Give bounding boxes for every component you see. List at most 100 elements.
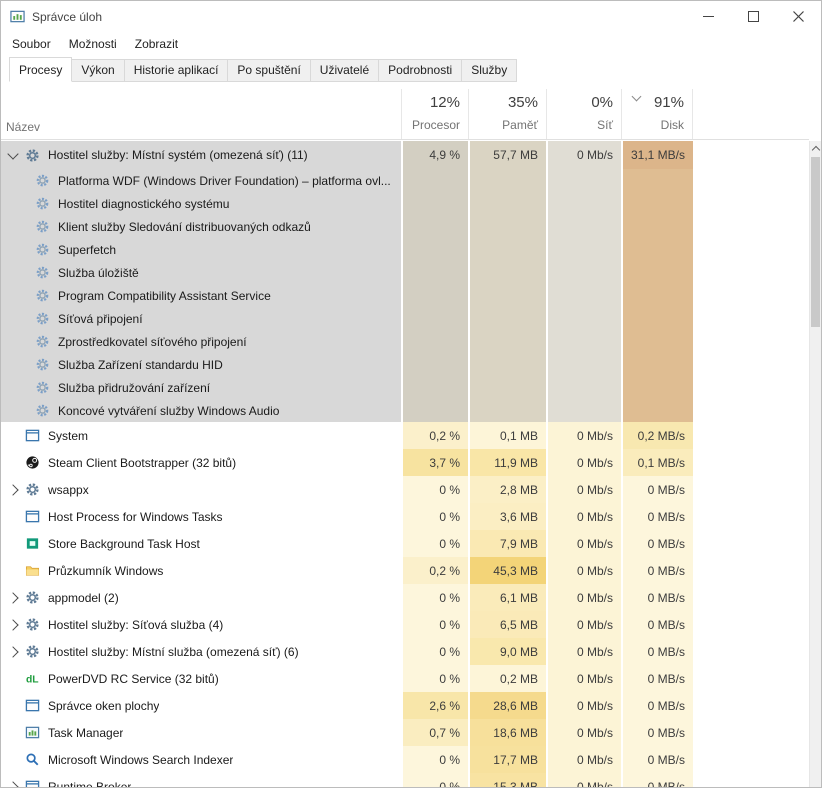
process-name: Task Manager xyxy=(48,726,123,740)
process-row-microsoft-windows-search-indexer[interactable]: Microsoft Windows Search Indexer 0 %17,7 … xyxy=(1,746,809,773)
minimize-button[interactable] xyxy=(686,1,731,32)
process-row-superfetch[interactable]: Superfetch xyxy=(1,238,809,261)
process-name: Správce oken plochy xyxy=(48,699,159,713)
menu-item-moznosti[interactable]: Možnosti xyxy=(60,33,126,55)
process-row-sluzba-pridruzovani-zarizeni[interactable]: Služba přidružování zařízení xyxy=(1,376,809,399)
process-row-store-background-task-host[interactable]: Store Background Task Host0 %7,9 MB0 Mb/… xyxy=(1,530,809,557)
process-name-cell: Platforma WDF (Windows Driver Foundation… xyxy=(1,169,401,192)
column-header-procesor[interactable]: 12%Procesor xyxy=(401,89,468,139)
tab-uzivatele[interactable]: Uživatelé xyxy=(310,59,379,82)
column-header-name[interactable]: Název xyxy=(6,120,40,134)
network-cell xyxy=(546,215,621,238)
column-header-disk[interactable]: 91%Disk xyxy=(621,89,693,139)
service-gear-icon xyxy=(35,380,50,395)
maximize-button[interactable] xyxy=(731,1,776,32)
network-cell xyxy=(546,330,621,353)
chevron-down-icon[interactable] xyxy=(1,153,25,158)
network-cell xyxy=(546,284,621,307)
process-row-host-process-for-windows-tasks[interactable]: Host Process for Windows Tasks0 %3,6 MB0… xyxy=(1,503,809,530)
process-row-appmodel-2[interactable]: appmodel (2)0 %6,1 MB0 Mb/s0 MB/s xyxy=(1,584,809,611)
process-name-cell: Task Manager xyxy=(1,719,401,746)
menu-bar: SouborMožnostiZobrazit xyxy=(1,32,821,56)
search-icon xyxy=(25,752,40,767)
memory-cell: 0,2 MB xyxy=(468,665,546,692)
process-row-hostitel-sluzby-sitova-sluzba-4[interactable]: Hostitel služby: Síťová služba (4)0 %6,5… xyxy=(1,611,809,638)
process-row-steam-client-bootstrapper-32-bitu[interactable]: Steam Client Bootstrapper (32 bitů)3,7 %… xyxy=(1,449,809,476)
tab-historie-aplikaci[interactable]: Historie aplikací xyxy=(124,59,229,82)
service-gear-icon xyxy=(35,242,50,257)
process-row-runtime-broker[interactable]: Runtime Broker0 %15,3 MB0 Mb/s0 MB/s xyxy=(1,773,809,787)
column-header-pamet[interactable]: 35%Paměť xyxy=(468,89,546,139)
chevron-right-icon[interactable] xyxy=(1,648,25,656)
process-name-cell: Služba přidružování zařízení xyxy=(1,376,401,399)
process-name-cell: Host Process for Windows Tasks xyxy=(1,503,401,530)
process-row-hostitel-sluzby-mistni-system-omezena-sit-11[interactable]: Hostitel služby: Místní systém (omezená … xyxy=(1,141,809,169)
memory-cell: 17,7 MB xyxy=(468,746,546,773)
cpu-cell xyxy=(401,399,468,422)
process-row-hostitel-sluzby-mistni-sluzba-omezena-sit-6[interactable]: Hostitel služby: Místní služba (omezená … xyxy=(1,638,809,665)
title-bar: Správce úloh xyxy=(1,1,821,32)
process-row-sitova-pripojeni[interactable]: Síťová připojení xyxy=(1,307,809,330)
memory-cell xyxy=(468,307,546,330)
disk-cell xyxy=(621,330,693,353)
process-row-wsappx[interactable]: wsappx0 %2,8 MB0 Mb/s0 MB/s xyxy=(1,476,809,503)
memory-cell: 45,3 MB xyxy=(468,557,546,584)
chevron-right-icon[interactable] xyxy=(1,594,25,602)
process-row-klient-sluzby-sledovani-distribuovanych-odkazu[interactable]: Klient služby Sledování distribuovaných … xyxy=(1,215,809,238)
memory-cell xyxy=(468,261,546,284)
list-header: Název 12%Procesor35%Paměť0%Síť91%Disk xyxy=(1,89,809,140)
menu-item-soubor[interactable]: Soubor xyxy=(3,33,60,55)
cpu-cell xyxy=(401,238,468,261)
process-row-pruzkumnik-windows[interactable]: Průzkumník Windows0,2 %45,3 MB0 Mb/s0 MB… xyxy=(1,557,809,584)
process-row-system[interactable]: System0,2 %0,1 MB0 Mb/s0,2 MB/s xyxy=(1,422,809,449)
scrollbar-up-arrow-icon[interactable] xyxy=(810,141,821,155)
process-row-program-compatibility-assistant-service[interactable]: Program Compatibility Assistant Service xyxy=(1,284,809,307)
tab-sluzby[interactable]: Služby xyxy=(461,59,517,82)
process-row-zprostredkovatel-sitoveho-pripojeni[interactable]: Zprostředkovatel síťového připojení xyxy=(1,330,809,353)
process-row-powerdvd-rc-service-32-bitu[interactable]: dLPowerDVD RC Service (32 bitů)0 %0,2 MB… xyxy=(1,665,809,692)
process-name: Superfetch xyxy=(58,243,116,257)
process-name: Host Process for Windows Tasks xyxy=(48,510,223,524)
tab-po-spusteni[interactable]: Po spuštění xyxy=(227,59,310,82)
vertical-scrollbar[interactable] xyxy=(809,141,821,787)
process-row-task-manager[interactable]: Task Manager0,7 %18,6 MB0 Mb/s0 MB/s xyxy=(1,719,809,746)
process-name-cell: appmodel (2) xyxy=(1,584,401,611)
process-row-hostitel-diagnostickeho-systemu[interactable]: Hostitel diagnostického systému xyxy=(1,192,809,215)
column-header-sit[interactable]: 0%Síť xyxy=(546,89,621,139)
process-row-spravce-oken-plochy[interactable]: Správce oken plochy2,6 %28,6 MB0 Mb/s0 M… xyxy=(1,692,809,719)
close-icon xyxy=(793,11,804,22)
cpu-cell: 0 % xyxy=(401,746,468,773)
process-row-sluzba-uloziste[interactable]: Služba úložiště xyxy=(1,261,809,284)
tab-procesy[interactable]: Procesy xyxy=(9,57,72,82)
network-cell: 0 Mb/s xyxy=(546,719,621,746)
tab-strip: ProcesyVýkonHistorie aplikacíPo spuštění… xyxy=(1,56,821,82)
disk-cell: 0 MB/s xyxy=(621,476,693,503)
cpu-cell: 0,2 % xyxy=(401,557,468,584)
scrollbar-thumb[interactable] xyxy=(811,157,820,327)
service-gear-icon xyxy=(35,357,50,372)
powerdvd-icon: dL xyxy=(25,671,40,686)
network-cell: 0 Mb/s xyxy=(546,422,621,449)
process-row-sluzba-zarizeni-standardu-hid[interactable]: Služba Zařízení standardu HID xyxy=(1,353,809,376)
network-cell: 0 Mb/s xyxy=(546,449,621,476)
cpu-cell xyxy=(401,192,468,215)
tab-vykon[interactable]: Výkon xyxy=(71,59,124,82)
chevron-right-icon[interactable] xyxy=(1,486,25,494)
menu-item-zobrazit[interactable]: Zobrazit xyxy=(126,33,187,55)
column-usage-percent: 12% xyxy=(402,94,460,111)
network-cell: 0 Mb/s xyxy=(546,557,621,584)
process-row-platforma-wdf-windows-driver-foundation-platform[interactable]: Platforma WDF (Windows Driver Foundation… xyxy=(1,169,809,192)
close-button[interactable] xyxy=(776,1,821,32)
chevron-right-icon[interactable] xyxy=(1,783,25,788)
tab-podrobnosti[interactable]: Podrobnosti xyxy=(378,59,462,82)
memory-cell xyxy=(468,169,546,192)
column-label: Síť xyxy=(547,118,613,132)
cpu-cell xyxy=(401,284,468,307)
network-cell: 0 Mb/s xyxy=(546,476,621,503)
chevron-right-icon[interactable] xyxy=(1,621,25,629)
disk-cell: 0 MB/s xyxy=(621,665,693,692)
process-name-cell: Steam Client Bootstrapper (32 bitů) xyxy=(1,449,401,476)
process-name-cell: Hostitel služby: Síťová služba (4) xyxy=(1,611,401,638)
process-row-koncove-vytvareni-sluzby-windows-audio[interactable]: Koncové vytváření služby Windows Audio xyxy=(1,399,809,422)
process-name: Microsoft Windows Search Indexer xyxy=(48,753,233,767)
